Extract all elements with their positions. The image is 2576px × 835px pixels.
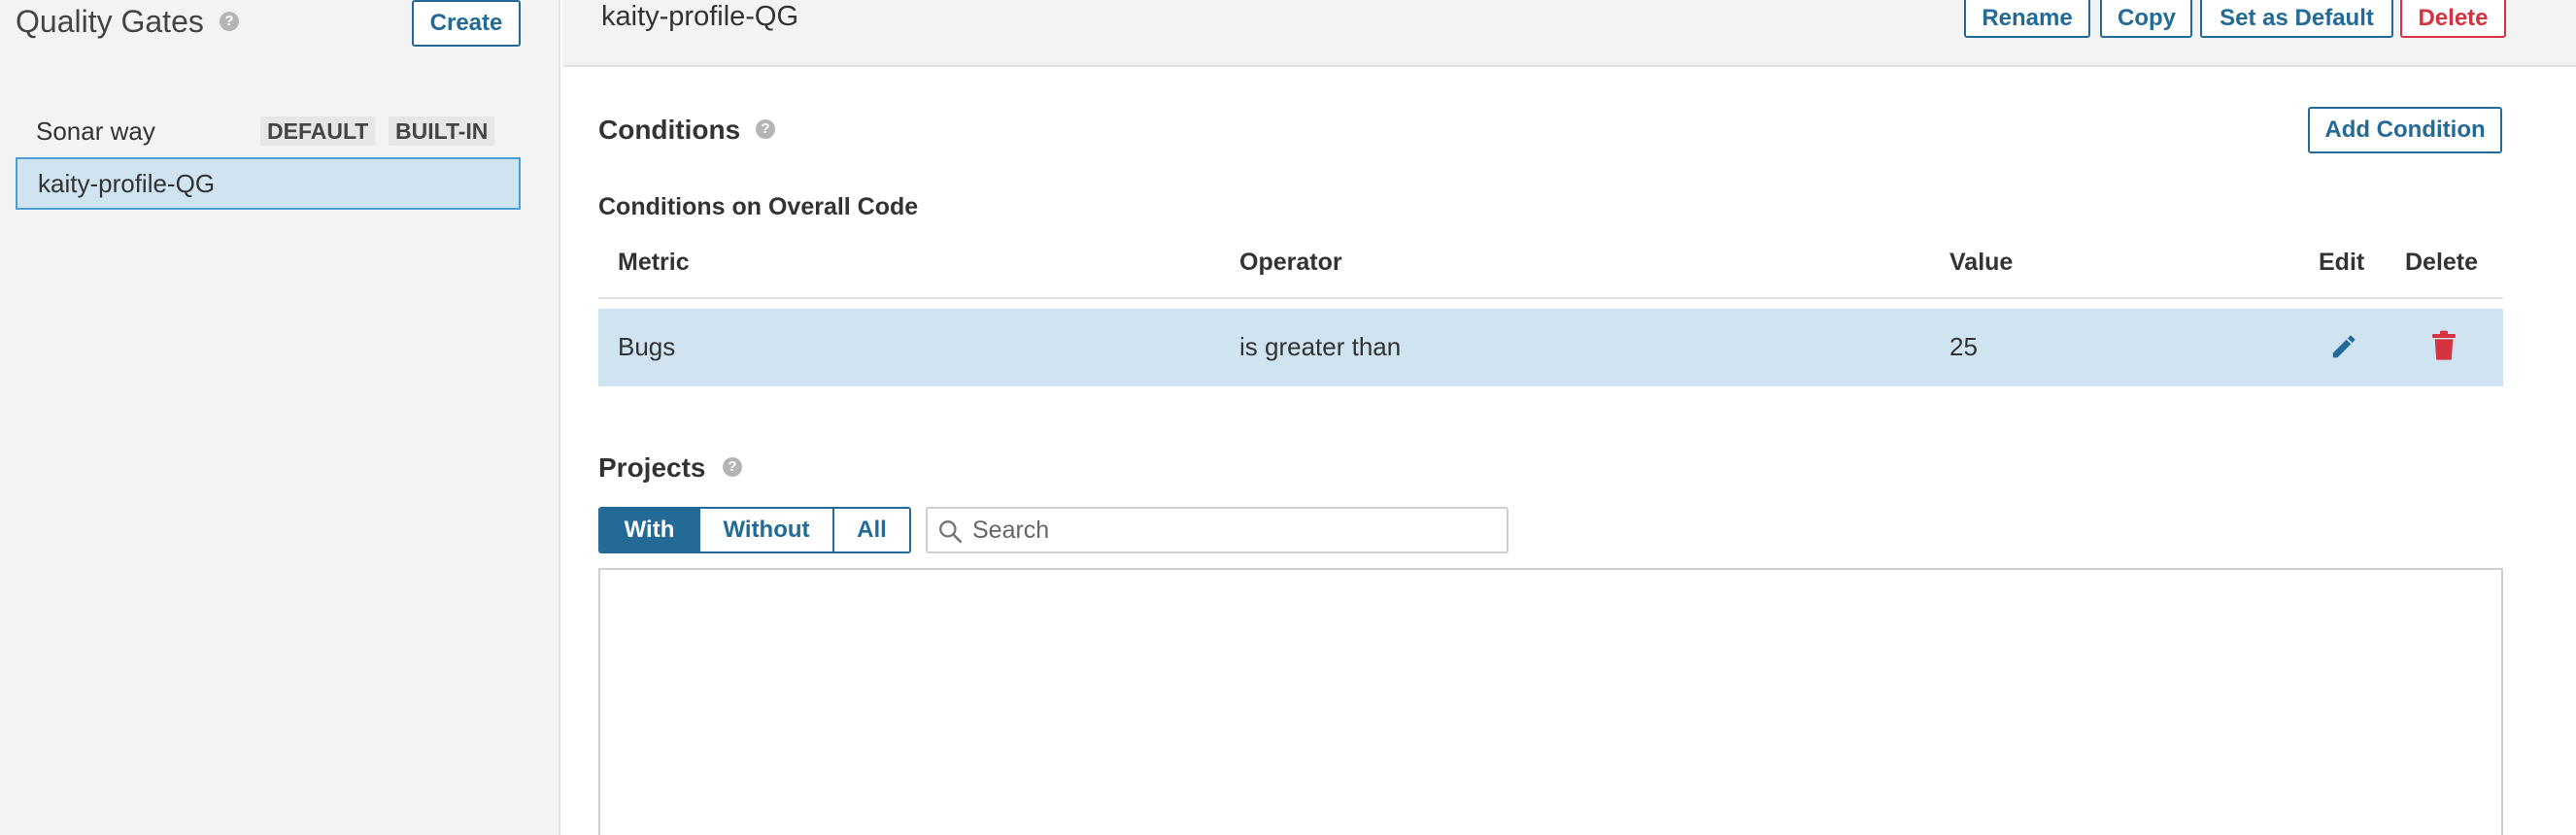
built-in-badge: BUILT-IN xyxy=(389,117,495,146)
sidebar-title: Quality Gates xyxy=(16,4,204,39)
projects-heading: Projects xyxy=(598,452,706,483)
rename-button[interactable]: Rename xyxy=(1964,0,2090,38)
projects-filter: With Without All xyxy=(598,507,911,553)
projects-list xyxy=(598,568,2503,835)
edit-icon[interactable] xyxy=(2329,332,2358,361)
column-header-delete: Delete xyxy=(2405,249,2479,276)
column-header-metric: Metric xyxy=(618,249,690,276)
gate-list-item-sonar-way[interactable]: Sonar way DEFAULT BUILT-IN xyxy=(16,105,521,157)
create-button[interactable]: Create xyxy=(412,0,521,47)
gate-header: kaity-profile-QG Rename Copy Set as Defa… xyxy=(562,0,2576,67)
copy-button[interactable]: Copy xyxy=(2100,0,2192,38)
condition-value: 25 xyxy=(1949,332,1978,361)
quality-gates-sidebar: Quality Gates ? Create Sonar way DEFAULT… xyxy=(0,0,560,835)
trash-icon[interactable] xyxy=(2430,330,2457,361)
column-header-value: Value xyxy=(1949,249,2014,276)
filter-with-button[interactable]: With xyxy=(600,509,700,551)
gate-name: Sonar way xyxy=(36,117,155,146)
set-as-default-button[interactable]: Set as Default xyxy=(2200,0,2393,38)
column-header-operator: Operator xyxy=(1239,249,1342,276)
condition-row: Bugs is greater than 25 xyxy=(598,309,2503,386)
conditions-subheading: Conditions on Overall Code xyxy=(598,193,919,220)
gate-name: kaity-profile-QG xyxy=(38,169,216,198)
filter-all-button[interactable]: All xyxy=(834,509,909,551)
filter-without-button[interactable]: Without xyxy=(700,509,834,551)
page-title: kaity-profile-QG xyxy=(601,1,799,32)
delete-gate-button[interactable]: Delete xyxy=(2400,0,2506,38)
help-icon[interactable]: ? xyxy=(723,457,742,477)
conditions-heading: Conditions xyxy=(598,115,741,145)
condition-operator: is greater than xyxy=(1239,332,1402,361)
search-input[interactable] xyxy=(972,513,1497,548)
project-search-box xyxy=(926,507,1508,553)
condition-metric: Bugs xyxy=(618,332,676,361)
help-icon[interactable]: ? xyxy=(220,12,239,31)
add-condition-button[interactable]: Add Condition xyxy=(2308,107,2502,153)
gate-list-item-kaity-profile-qg[interactable]: kaity-profile-QG xyxy=(16,157,521,210)
conditions-table-header: Metric Operator Value Edit Delete xyxy=(598,245,2503,299)
search-icon xyxy=(939,520,963,544)
default-badge: DEFAULT xyxy=(260,117,376,146)
column-header-edit: Edit xyxy=(2319,249,2365,276)
help-icon[interactable]: ? xyxy=(756,119,775,139)
